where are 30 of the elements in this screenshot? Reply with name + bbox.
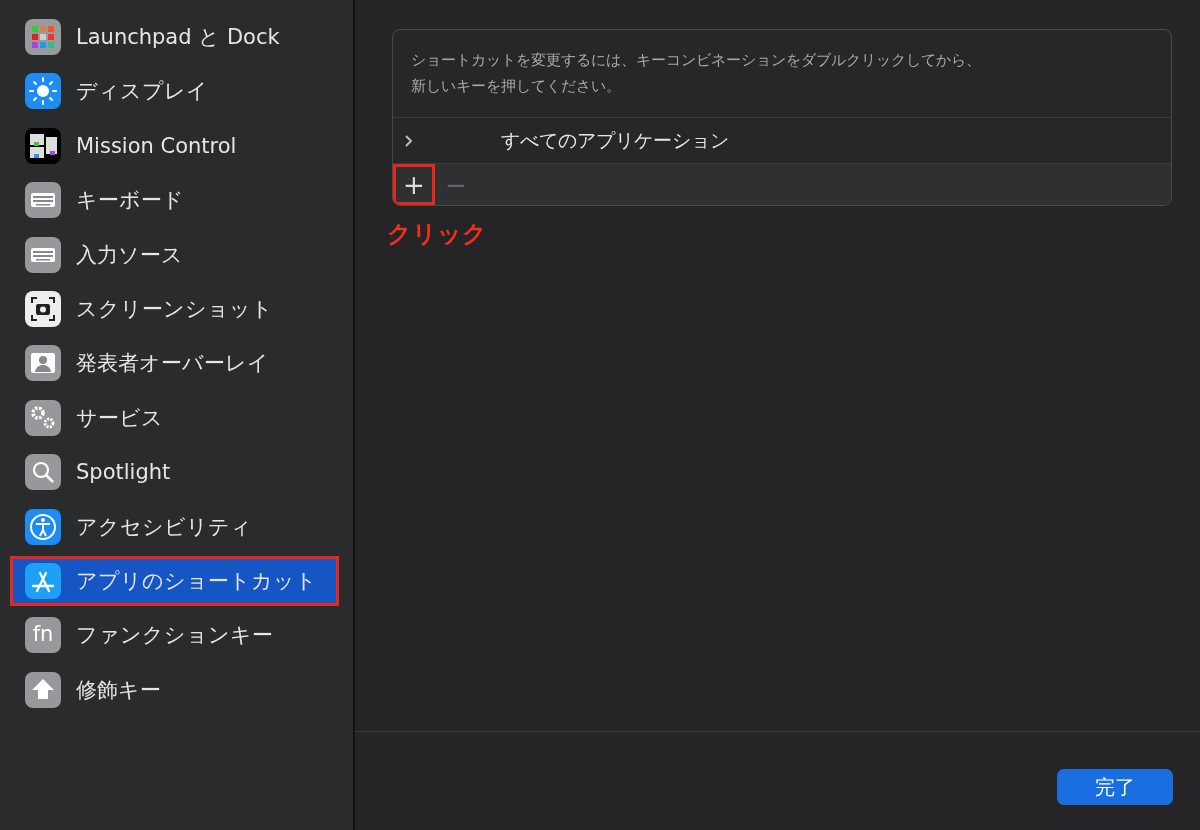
done-button[interactable]: 完了 [1057, 769, 1173, 805]
sidebar-item[interactable]: Launchpad と Dock [10, 12, 339, 62]
sidebar-item[interactable]: Spotlight [10, 447, 339, 498]
gears-icon [25, 399, 61, 436]
keyboard-icon [25, 182, 61, 219]
description-text: ショートカットを変更するには、キーコンビネーションをダブルクリックしてから、新しいキーを押してください。 [411, 50, 982, 97]
sidebar-item[interactable]: Mission Control [10, 120, 339, 171]
person-icon [25, 345, 61, 382]
sun-icon [25, 73, 61, 110]
sidebar-item[interactable]: 修飾キー [10, 664, 339, 715]
sidebar-item[interactable]: サービス [10, 392, 339, 443]
sidebar-item[interactable]: 入力ソース [10, 229, 339, 280]
accessibility-icon [25, 508, 61, 545]
chevron-icon[interactable] [403, 133, 413, 148]
sidebar-item[interactable]: キーボード [10, 175, 339, 226]
keyboard-icon [25, 236, 61, 273]
callout-label: クリック [387, 219, 488, 250]
sidebar-item[interactable]: fn ファンクションキー [10, 610, 339, 661]
sidebar-item[interactable]: アクセシビリティ [10, 501, 339, 552]
camera-icon [25, 290, 61, 327]
add-button[interactable]: + [393, 164, 435, 205]
windows-icon [25, 127, 61, 164]
sidebar-item[interactable]: スクリーンショット [10, 283, 339, 334]
app-grid-icon [25, 19, 61, 55]
sidebar-item[interactable]: ディスプレイ [10, 66, 339, 117]
sidebar-item[interactable]: 発表者オーバーレイ [10, 338, 339, 389]
sidebar-item[interactable]: アプリのショートカット [10, 555, 339, 606]
search-icon [25, 454, 61, 491]
fn-key-icon: fn [25, 617, 61, 654]
app-store-icon [25, 562, 61, 599]
